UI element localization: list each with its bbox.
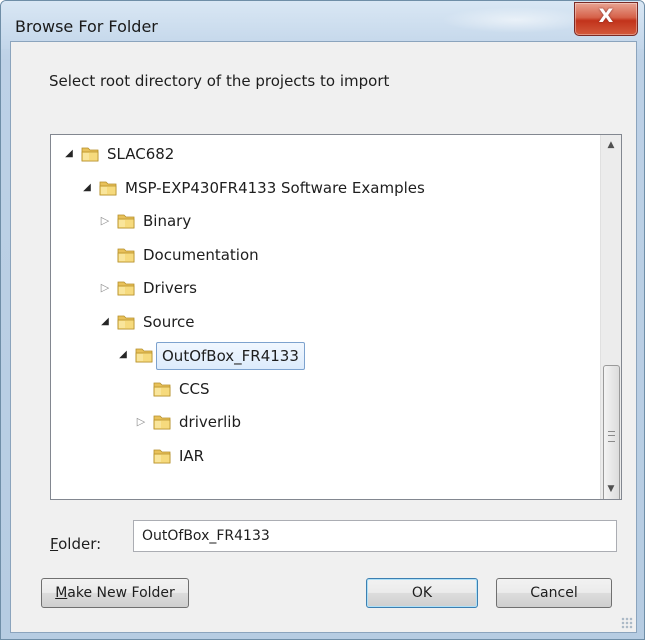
make-new-folder-label: ake New Folder	[67, 585, 175, 601]
tree-node-label: Documentation	[143, 245, 259, 264]
tree-node-label: OutOfBox_FR4133	[156, 342, 305, 370]
tree-node-label: SLAC682	[107, 145, 175, 163]
tree-node-label: Drivers	[143, 279, 197, 297]
folder-icon	[98, 178, 118, 198]
folder-icon	[134, 345, 154, 365]
expanded-triangle-icon[interactable]: ◢	[63, 139, 75, 169]
folder-tree[interactable]: ◢ SLAC682 ◢ MSP-EXP430FR4133 Software Examp…	[50, 134, 622, 500]
folder-icon	[152, 412, 172, 432]
vertical-scrollbar[interactable]: ▲ ▼	[600, 135, 621, 499]
tree-node-label: MSP-EXP430FR4133 Software Examples	[125, 178, 425, 197]
expanded-triangle-icon[interactable]: ◢	[117, 340, 129, 370]
dialog-body: Select root directory of the projects to…	[10, 41, 637, 633]
folder-label-text: older:	[58, 535, 102, 553]
collapsed-triangle-icon[interactable]: ▷	[99, 273, 111, 303]
folder-icon	[80, 144, 100, 164]
tree-node-label: Binary	[143, 212, 192, 230]
tree-node-label: driverlib	[179, 413, 241, 431]
expanded-triangle-icon[interactable]: ◢	[99, 307, 111, 337]
ok-button[interactable]: OK	[366, 578, 478, 608]
scroll-down-icon[interactable]: ▼	[601, 479, 621, 499]
collapsed-triangle-icon[interactable]: ▷	[99, 206, 111, 236]
scroll-up-icon[interactable]: ▲	[601, 135, 621, 155]
collapsed-triangle-icon[interactable]: ▷	[135, 407, 147, 437]
expanded-triangle-icon[interactable]: ◢	[81, 173, 93, 203]
folder-icon	[116, 245, 136, 265]
folder-field-label: Folder:	[50, 535, 101, 553]
browse-for-folder-dialog: Browse For Folder X Select root director…	[0, 0, 645, 640]
scrollbar-grip-icon	[608, 431, 615, 442]
tree-node-label: CCS	[179, 379, 210, 398]
folder-icon	[152, 379, 172, 399]
dialog-title: Browse For Folder	[15, 17, 158, 36]
cancel-button[interactable]: Cancel	[496, 578, 612, 608]
resize-grip-icon[interactable]	[621, 617, 633, 629]
close-icon: X	[598, 5, 614, 27]
folder-label-accelerator: F	[50, 535, 59, 553]
folder-icon	[116, 278, 136, 298]
tree-node-label: Source	[143, 312, 195, 331]
folder-icon	[116, 312, 136, 332]
instruction-text: Select root directory of the projects to…	[49, 72, 390, 90]
make-new-folder-accelerator: M	[55, 585, 68, 601]
folder-field[interactable]	[133, 520, 617, 552]
folder-icon	[116, 211, 136, 231]
close-button[interactable]: X	[574, 2, 638, 36]
title-bar-glow	[441, 7, 591, 33]
tree-node-label: IAR	[179, 446, 205, 465]
make-new-folder-button[interactable]: Make New Folder	[41, 578, 189, 608]
folder-icon	[152, 446, 172, 466]
folder-tree-content: ◢ SLAC682 ◢ MSP-EXP430FR4133 Software Examp…	[51, 135, 596, 499]
